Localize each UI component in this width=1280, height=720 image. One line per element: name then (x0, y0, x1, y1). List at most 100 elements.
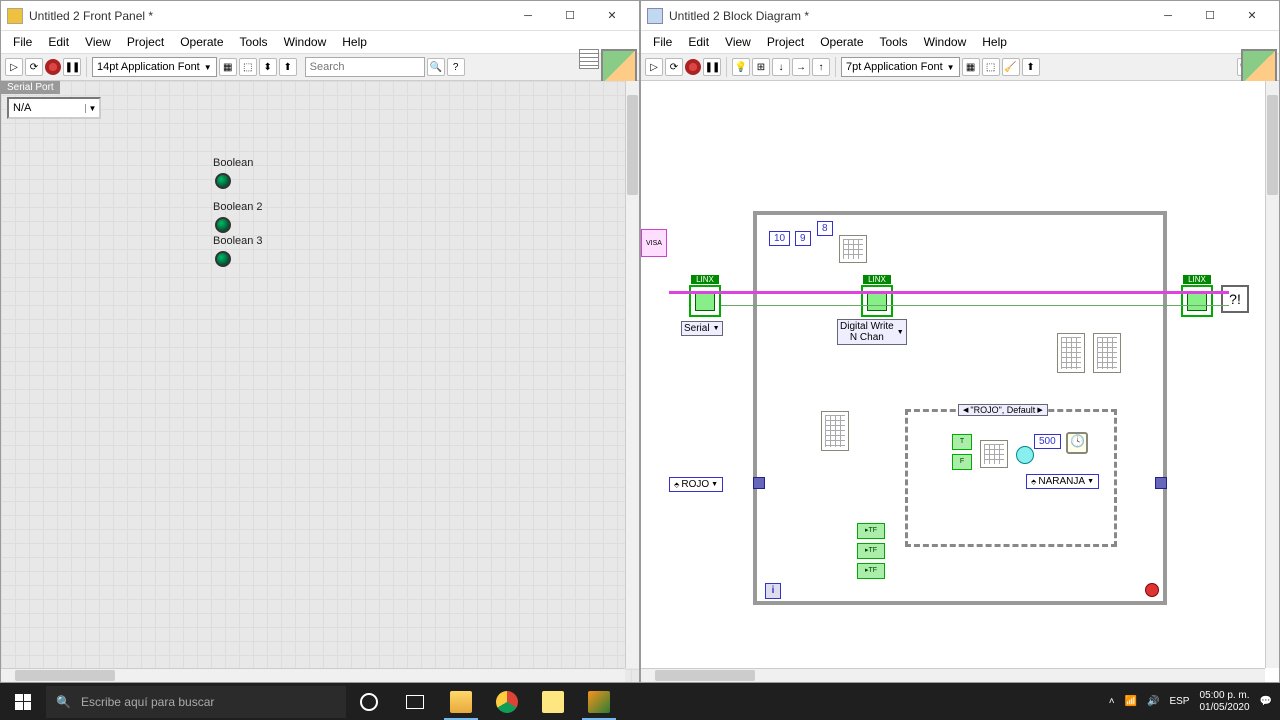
taskbar-search[interactable]: 🔍 Escribe aquí para buscar (46, 686, 346, 718)
bd-menu-tools[interactable]: Tools (872, 33, 916, 51)
menu-edit[interactable]: Edit (40, 33, 77, 51)
bd-menu-window[interactable]: Window (916, 33, 975, 51)
step-out-button[interactable]: ↑ (812, 58, 830, 76)
bool-term-1[interactable]: ▸TF (857, 523, 885, 539)
bd-font-dropdown[interactable]: 7pt Application Font▼ (841, 57, 960, 77)
task-view-button[interactable] (392, 683, 438, 720)
bd-max-button[interactable]: ☐ (1189, 3, 1231, 29)
const-9[interactable]: 9 (795, 231, 811, 246)
app-chrome[interactable] (484, 683, 530, 720)
bd-menu-view[interactable]: View (717, 33, 759, 51)
distribute-button[interactable]: ⬚ (239, 58, 257, 76)
menu-operate[interactable]: Operate (172, 33, 231, 51)
digital-write-node[interactable] (861, 285, 893, 317)
resize-button[interactable]: ⬍ (259, 58, 277, 76)
build-array-pins[interactable] (839, 235, 867, 263)
const-10[interactable]: 10 (769, 231, 790, 246)
fp-min-button[interactable]: ─ (507, 3, 549, 29)
boolean-2-led[interactable] (215, 217, 231, 233)
fp-hscroll[interactable] (1, 668, 625, 682)
clock[interactable]: 05:00 p. m. 01/05/2020 (1199, 690, 1249, 714)
language-indicator[interactable]: ESP (1169, 696, 1189, 707)
wait-ms-const[interactable]: 500 (1034, 434, 1061, 449)
bd-menu-file[interactable]: File (645, 33, 680, 51)
bd-abort-button[interactable] (685, 59, 701, 75)
bd-canvas[interactable]: VISA Serial▼ 10 9 8 Digital Write N Chan… (641, 81, 1279, 682)
vi-icon[interactable] (601, 49, 637, 85)
wait-ms-node[interactable] (1066, 432, 1088, 454)
bd-run-button[interactable]: ▷ (645, 58, 663, 76)
search-icon[interactable]: 🔍 (427, 58, 445, 76)
bool-false-1[interactable]: F (952, 454, 972, 470)
menu-file[interactable]: File (5, 33, 40, 51)
network-icon[interactable]: 📶 (1125, 696, 1137, 707)
pause-button[interactable]: ❚❚ (63, 58, 81, 76)
bool-true-1[interactable]: T (952, 434, 972, 450)
bd-cleanup-button[interactable]: 🧹 (1002, 58, 1020, 76)
enum-naranja[interactable]: ⬘NARANJA▼ (1026, 474, 1099, 489)
case-next-icon[interactable]: ▶ (1037, 406, 1042, 414)
serial-port-dropdown-icon[interactable]: ▼ (85, 104, 99, 113)
help-button[interactable]: ? (447, 58, 465, 76)
bd-menu-edit[interactable]: Edit (680, 33, 717, 51)
system-tray[interactable]: ˄ 📶 🔊 ESP 05:00 p. m. 01/05/2020 💬 (1101, 690, 1280, 714)
bd-distribute-button[interactable]: ⬚ (982, 58, 1000, 76)
menu-tools[interactable]: Tools (232, 33, 276, 51)
loop-iteration[interactable]: i (765, 583, 781, 599)
bd-menu-operate[interactable]: Operate (812, 33, 871, 51)
bool-term-3[interactable]: ▸TF (857, 563, 885, 579)
abort-button[interactable] (45, 59, 61, 75)
highlight-button[interactable]: 💡 (732, 58, 750, 76)
digital-write-selector[interactable]: Digital Write N Chan▼ (837, 319, 907, 345)
bd-run-continuous-button[interactable]: ⟳ (665, 58, 683, 76)
app-labview[interactable] (576, 683, 622, 720)
shift-reg-right[interactable] (1155, 477, 1167, 489)
list-view-icon[interactable] (579, 49, 599, 69)
bd-close-button[interactable]: ✕ (1231, 3, 1273, 29)
case-build-array[interactable] (980, 440, 1008, 468)
font-dropdown[interactable]: 14pt Application Font▼ (92, 57, 217, 77)
enum-rojo[interactable]: ⬘ROJO▼ (669, 477, 723, 492)
run-button[interactable]: ▷ (5, 58, 23, 76)
while-loop[interactable]: 10 9 8 Digital Write N Chan▼ ◀ "ROJO", D… (753, 211, 1167, 605)
case-prev-icon[interactable]: ◀ (963, 406, 968, 414)
start-button[interactable] (0, 683, 46, 720)
menu-window[interactable]: Window (276, 33, 335, 51)
app-notes[interactable] (530, 683, 576, 720)
menu-project[interactable]: Project (119, 33, 172, 51)
linx-close-node[interactable] (1181, 285, 1213, 317)
case-structure[interactable]: ◀ "ROJO", Default ▶ T F 500 ⬘NARANJA▼ (905, 409, 1117, 547)
cortana-button[interactable] (346, 683, 392, 720)
fp-max-button[interactable]: ☐ (549, 3, 591, 29)
bd-align-button[interactable]: ▦ (962, 58, 980, 76)
shift-reg-left[interactable] (753, 477, 765, 489)
case-selector[interactable]: ◀ "ROJO", Default ▶ (958, 404, 1048, 416)
run-continuous-button[interactable]: ⟳ (25, 58, 43, 76)
tray-up-icon[interactable]: ˄ (1109, 696, 1115, 707)
bd-reorder-button[interactable]: ⬆ (1022, 58, 1040, 76)
boolean-1-led[interactable] (215, 173, 231, 189)
loop-stop[interactable] (1145, 583, 1159, 597)
app-explorer[interactable] (438, 683, 484, 720)
linx-open-node[interactable] (689, 285, 721, 317)
visa-resource-terminal[interactable]: VISA (641, 229, 667, 257)
bd-pause-button[interactable]: ❚❚ (703, 58, 721, 76)
align-button[interactable]: ▦ (219, 58, 237, 76)
reorder-button[interactable]: ⬆ (279, 58, 297, 76)
feedback-node[interactable] (1016, 446, 1034, 464)
fp-titlebar[interactable]: Untitled 2 Front Panel * ─ ☐ ✕ (1, 1, 639, 31)
serial-port-control[interactable]: N/A ▼ (7, 97, 101, 119)
menu-view[interactable]: View (77, 33, 119, 51)
unbundle-node[interactable] (1057, 333, 1085, 373)
bd-vi-icon[interactable] (1241, 49, 1277, 85)
bd-titlebar[interactable]: Untitled 2 Block Diagram * ─ ☐ ✕ (641, 1, 1279, 31)
boolean-3-led[interactable] (215, 251, 231, 267)
search-input[interactable] (305, 57, 425, 77)
fp-vscroll[interactable] (625, 81, 639, 668)
volume-icon[interactable]: 🔊 (1147, 696, 1159, 707)
notifications-icon[interactable]: 💬 (1260, 696, 1272, 707)
error-handler-node[interactable]: ?! (1221, 285, 1249, 313)
linx-open-selector[interactable]: Serial▼ (681, 321, 723, 336)
step-into-button[interactable]: ↓ (772, 58, 790, 76)
build-array-bools[interactable] (1093, 333, 1121, 373)
